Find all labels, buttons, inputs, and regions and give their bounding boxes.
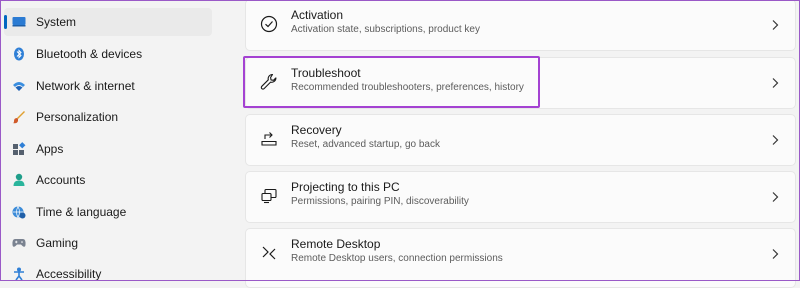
system-display-icon (12, 15, 26, 29)
bluetooth-icon (12, 47, 26, 61)
check-circle-icon (259, 14, 279, 34)
sidebar-item-system[interactable]: System (4, 8, 212, 36)
sidebar-item-time-language[interactable]: Time & language (4, 198, 212, 226)
wrench-icon (259, 72, 279, 92)
sidebar-item-network-internet[interactable]: Network & internet (4, 72, 212, 100)
card-title: Recovery (291, 123, 342, 137)
sidebar-item-personalization[interactable]: Personalization (4, 103, 212, 131)
sidebar-item-label: Time & language (36, 205, 127, 219)
gamepad-icon (12, 236, 26, 250)
sidebar-item-label: Network & internet (36, 79, 135, 93)
card-subtitle: Reset, advanced startup, go back (291, 139, 440, 150)
chevron-right-icon (772, 78, 779, 88)
accessibility-icon (12, 267, 26, 281)
card-subtitle: Remote Desktop users, connection permiss… (291, 253, 503, 264)
brush-icon (12, 110, 26, 124)
sidebar-item-label: Gaming (36, 236, 79, 250)
sidebar-item-accessibility[interactable]: Accessibility (4, 260, 212, 288)
apps-icon (12, 142, 26, 156)
settings-sidebar: System Bluetooth & devices Network & int… (0, 0, 222, 281)
chevron-right-icon (772, 192, 779, 202)
sidebar-item-apps[interactable]: Apps (4, 135, 212, 163)
remote-desktop-icon (259, 243, 279, 263)
recovery-icon (259, 129, 279, 149)
card-title: Remote Desktop (291, 237, 381, 251)
globe-clock-icon (12, 205, 26, 219)
card-title: Projecting to this PC (291, 180, 400, 194)
sidebar-item-label: System (36, 15, 77, 29)
settings-card-remote-desktop[interactable]: Remote Desktop Remote Desktop users, con… (245, 228, 796, 288)
card-title: Activation (291, 8, 344, 22)
chevron-right-icon (772, 20, 779, 30)
chevron-right-icon (772, 249, 779, 259)
accounts-icon (12, 173, 26, 187)
sidebar-item-label: Bluetooth & devices (36, 47, 143, 61)
settings-card-projecting[interactable]: Projecting to this PC Permissions, pairi… (245, 171, 796, 223)
settings-card-activation[interactable]: Activation Activation state, subscriptio… (245, 0, 796, 51)
projecting-icon (259, 186, 279, 206)
card-title: Troubleshoot (291, 66, 361, 80)
sidebar-item-bluetooth-devices[interactable]: Bluetooth & devices (4, 40, 212, 68)
selection-indicator (4, 15, 7, 29)
sidebar-item-label: Personalization (36, 110, 119, 124)
chevron-right-icon (772, 135, 779, 145)
sidebar-item-label: Accounts (36, 173, 86, 187)
card-subtitle: Recommended troubleshooters, preferences… (291, 82, 524, 93)
card-subtitle: Activation state, subscriptions, product… (291, 24, 480, 35)
sidebar-item-gaming[interactable]: Gaming (4, 229, 212, 257)
settings-card-recovery[interactable]: Recovery Reset, advanced startup, go bac… (245, 114, 796, 166)
card-subtitle: Permissions, pairing PIN, discoverabilit… (291, 196, 469, 207)
sidebar-item-accounts[interactable]: Accounts (4, 166, 212, 194)
wifi-icon (12, 79, 26, 93)
sidebar-item-label: Accessibility (36, 267, 102, 281)
settings-card-troubleshoot[interactable]: Troubleshoot Recommended troubleshooters… (245, 57, 796, 109)
sidebar-item-label: Apps (36, 142, 64, 156)
